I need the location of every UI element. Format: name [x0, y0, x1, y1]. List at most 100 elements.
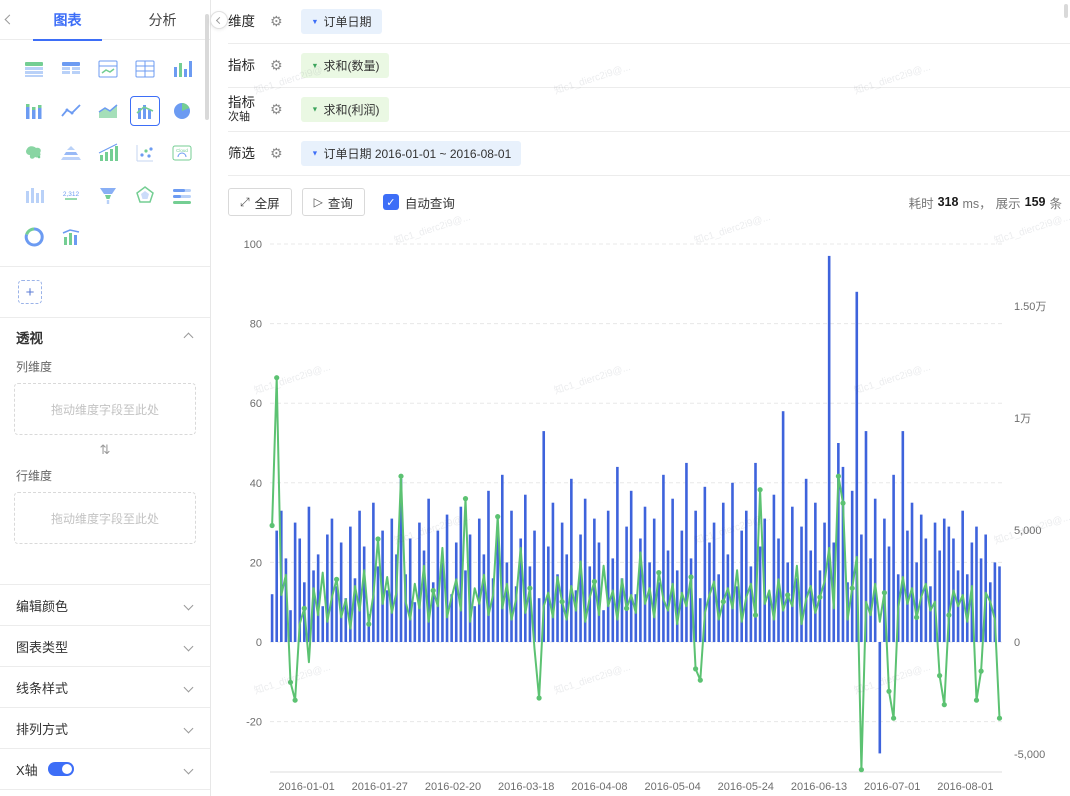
chevron-left-icon [215, 16, 223, 24]
chart-type-bars-light-icon[interactable] [19, 180, 49, 210]
line-series [269, 375, 1003, 773]
chart-type-combo-icon[interactable] [129, 96, 160, 126]
time-value: 318 [937, 195, 959, 209]
left-axis-labels: -20 0 20 40 60 80 100 [244, 239, 262, 729]
chevron-down-icon [183, 682, 194, 692]
sidebar-section-line-style[interactable]: 线条样式 [0, 666, 210, 707]
query-button[interactable]: ▷ 查询 [301, 188, 365, 216]
chart-type-area-icon[interactable] [93, 96, 123, 126]
gear-icon[interactable]: ⚙ [270, 145, 283, 162]
svg-text:2016-05-04: 2016-05-04 [644, 781, 700, 793]
config-row-label: 筛选 [228, 145, 255, 161]
sidebar-section-y-axis-primary[interactable]: Y轴 主轴 [0, 789, 210, 796]
section-label: X轴 [16, 762, 38, 778]
tab-charts[interactable]: 图表 [20, 0, 115, 41]
fullscreen-button[interactable]: ⤢ 全屏 [228, 188, 292, 216]
chart-type-layer-icon[interactable] [56, 138, 86, 168]
row-dimension-dropzone[interactable]: 拖动维度字段至此处 [14, 492, 196, 544]
chart-type-table-icon[interactable] [56, 54, 86, 84]
chart-type-summary-table-icon[interactable] [130, 54, 160, 84]
field-chip-sum-profit[interactable]: ▼ 求和(利润) [300, 97, 390, 122]
field-chip-label: 求和(利润) [323, 103, 380, 117]
svg-text:1万: 1万 [1014, 413, 1031, 425]
chart-type-polygon-icon[interactable] [130, 180, 160, 210]
chart-type-donut-icon[interactable] [19, 222, 49, 252]
chart-type-scatter-icon[interactable] [130, 138, 160, 168]
panel-collapse-button[interactable] [210, 11, 228, 29]
svg-text:2,312: 2,312 [63, 191, 80, 198]
add-chart-row: + [0, 267, 210, 318]
chart-type-kpi-icon[interactable]: 2,312 [56, 180, 86, 210]
field-chip-label: 订单日期 2016-01-01 ~ 2016-08-01 [323, 147, 512, 161]
svg-text:5,000: 5,000 [1014, 525, 1042, 537]
sidebar-section-x-axis[interactable]: X轴 [0, 748, 210, 789]
gridlines [270, 243, 1002, 723]
sidebar-section-edit-colors[interactable]: 编辑颜色 [0, 584, 210, 625]
field-chip-filter-date-range[interactable]: ▼ 订单日期 2016-01-01 ~ 2016-08-01 [300, 141, 522, 166]
sidebar-scrollbar-thumb[interactable] [205, 14, 209, 120]
chart-type-funnel-icon[interactable] [93, 180, 123, 210]
chart-type-pie-icon[interactable] [167, 96, 197, 126]
swap-icon[interactable]: ⇅ [100, 442, 111, 458]
gear-icon[interactable]: ⚙ [270, 13, 283, 30]
chart-type-line-icon[interactable] [56, 96, 86, 126]
chart-type-gauge-icon[interactable]: Cloud [167, 138, 197, 168]
combo-chart-svg: -20 0 20 40 60 80 100 -5,000 0 5,000 1万 1.50万 2016-0… [244, 239, 1047, 793]
right-axis-labels: -5,000 0 5,000 1万 1.50万 [1014, 301, 1046, 761]
config-row-label: 维度 [228, 13, 255, 29]
x-axis-toggle[interactable] [47, 762, 74, 776]
svg-text:2016-08-01: 2016-08-01 [937, 781, 993, 793]
main-panel: 维度 ⚙ ▼ 订单日期 指标 ⚙ ▼ 求和(数量) 指标 次轴 ⚙ ▼ 求和(利… [212, 0, 1070, 796]
chevron-down-icon [183, 641, 194, 651]
chart-type-stacked-column-icon[interactable] [19, 96, 49, 126]
chart-type-progress-icon[interactable] [167, 180, 197, 210]
svg-text:2016-07-01: 2016-07-01 [864, 781, 920, 793]
pivot-section-header[interactable]: 透视 [0, 318, 210, 356]
svg-text:2016-03-18: 2016-03-18 [498, 781, 554, 793]
caret-down-icon: ▼ [310, 105, 319, 114]
svg-text:2016-04-08: 2016-04-08 [571, 781, 627, 793]
svg-text:0: 0 [1014, 637, 1020, 649]
chart-type-grid: Cloud 2,312 [0, 40, 210, 267]
bar-series [270, 255, 1001, 754]
field-chip-sum-quantity[interactable]: ▼ 求和(数量) [300, 53, 390, 78]
section-label: 图表类型 [16, 639, 69, 655]
chevron-up-icon [183, 332, 194, 342]
tab-analysis[interactable]: 分析 [115, 0, 210, 40]
svg-text:Cloud: Cloud [176, 148, 188, 153]
chart-type-mini-combo-icon[interactable] [56, 222, 86, 252]
sidebar-section-chart-type[interactable]: 图表类型 [0, 625, 210, 666]
chart-type-trend-table-icon[interactable] [93, 54, 123, 84]
svg-text:2016-02-20: 2016-02-20 [425, 781, 481, 793]
sidebar-collapse-icon[interactable] [4, 14, 15, 25]
column-dimension-dropzone[interactable]: 拖动维度字段至此处 [14, 383, 196, 435]
add-chart-button[interactable]: + [18, 280, 42, 304]
chart-type-map-icon[interactable] [19, 138, 49, 168]
chart-type-wave-bars-icon[interactable] [93, 138, 123, 168]
chevron-down-icon [183, 600, 194, 610]
chart-type-column-icon[interactable] [167, 54, 197, 84]
fullscreen-label: 全屏 [254, 196, 280, 211]
column-dimension-label: 列维度 [16, 360, 53, 374]
config-row-dimension: 维度 ⚙ ▼ 订单日期 [228, 0, 1070, 44]
count-value: 159 [1024, 195, 1046, 209]
caret-down-icon: ▼ [310, 149, 319, 158]
chart-type-crosstab-icon[interactable] [19, 54, 49, 84]
combo-chart[interactable]: -20 0 20 40 60 80 100 -5,000 0 5,000 1万 1.50万 2016-0… [212, 228, 1070, 796]
svg-text:100: 100 [244, 239, 262, 251]
field-chip-order-date[interactable]: ▼ 订单日期 [300, 9, 382, 34]
svg-text:2016-01-27: 2016-01-27 [352, 781, 408, 793]
config-row-label: 指标 次轴 [228, 95, 264, 123]
svg-text:-5,000: -5,000 [1014, 749, 1045, 761]
section-label: 编辑颜色 [16, 598, 69, 614]
auto-query-checkbox[interactable]: ✓ [382, 194, 399, 210]
sidebar: 图表 分析 Cloud 2,312 + 透视 列维度 拖动维度字段至此处 ⇅ 行维… [0, 0, 211, 796]
svg-text:20: 20 [250, 557, 262, 569]
sidebar-section-arrangement[interactable]: 排列方式 [0, 707, 210, 748]
bi-chart-builder: 图表 分析 Cloud 2,312 + 透视 列维度 拖动维度字段至此处 ⇅ 行维… [0, 0, 1070, 796]
main-scrollbar-thumb[interactable] [1064, 4, 1068, 18]
svg-text:-20: -20 [246, 717, 262, 729]
gear-icon[interactable]: ⚙ [270, 57, 283, 74]
gear-icon[interactable]: ⚙ [270, 101, 283, 118]
dropzone-placeholder: 拖动维度字段至此处 [50, 511, 159, 526]
